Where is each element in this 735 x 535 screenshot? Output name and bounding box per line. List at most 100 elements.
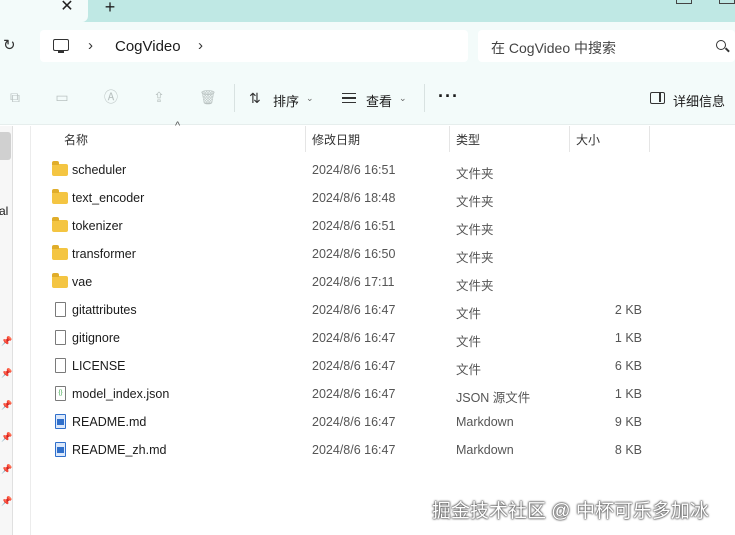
file-type: 文件 <box>456 335 482 349</box>
command-bar: ⧉ ▭ Ⓐ ⇪ 🗑 ⇅ 排序 ⌄ 查看 ⌄ ··· 详细信息 <box>0 70 735 125</box>
rename-icon[interactable]: Ⓐ <box>103 89 119 105</box>
file-row[interactable]: {} model_index.json 2024/8/6 16:47 JSON … <box>36 381 658 409</box>
file-modified: 2024/8/6 16:47 <box>312 387 396 401</box>
file-name: README.md <box>72 415 147 429</box>
file-type: Markdown <box>456 443 514 457</box>
markdown-file-icon <box>55 442 66 457</box>
sort-button[interactable]: 排序 <box>273 91 299 110</box>
chevron-right-icon[interactable]: › <box>198 37 203 54</box>
file-row[interactable]: scheduler 2024/8/6 16:51 文件夹 <box>36 157 658 185</box>
file-row[interactable]: tokenizer 2024/8/6 16:51 文件夹 <box>36 213 658 241</box>
file-row[interactable]: gitignore 2024/8/6 16:47 文件 1 KB <box>36 325 658 353</box>
pane-splitter[interactable] <box>30 126 31 535</box>
tab-cogvideo[interactable]: ✕ <box>0 0 88 22</box>
folder-icon <box>52 245 68 260</box>
file-type: 文件夹 <box>456 251 494 265</box>
file-row[interactable]: transformer 2024/8/6 16:50 文件夹 <box>36 241 658 269</box>
column-divider[interactable] <box>305 126 306 152</box>
file-name: model_index.json <box>72 387 170 401</box>
file-name: tokenizer <box>72 219 123 233</box>
file-size: 9 KB <box>614 415 642 429</box>
new-tab-icon[interactable]: + <box>101 0 119 16</box>
pin-icon: 📌 <box>1 368 13 378</box>
file-type: Markdown <box>456 415 514 429</box>
file-modified: 2024/8/6 16:47 <box>312 443 396 457</box>
view-icon[interactable] <box>342 93 356 103</box>
search-input[interactable]: 在 CogVideo 中搜索 <box>478 30 735 62</box>
column-divider[interactable] <box>569 126 570 152</box>
file-icon <box>55 330 66 345</box>
file-name: scheduler <box>72 163 127 177</box>
file-row[interactable]: README_zh.md 2024/8/6 16:47 Markdown 8 K… <box>36 437 658 465</box>
file-modified: 2024/8/6 16:51 <box>312 219 396 233</box>
file-name: LICENSE <box>72 359 126 373</box>
this-pc-icon[interactable] <box>53 39 69 53</box>
file-size: 2 KB <box>614 303 642 317</box>
pin-icon: 📌 <box>1 464 13 474</box>
navigation-pane[interactable]: al 📌 📌 📌 📌 📌 📌 <box>0 126 13 535</box>
folder-icon <box>52 189 68 204</box>
column-header-size[interactable]: 大小 <box>576 131 600 148</box>
breadcrumb-cogvideo[interactable]: CogVideo <box>115 38 181 55</box>
column-header-type[interactable]: 类型 <box>456 131 480 148</box>
address-field[interactable]: › CogVideo › <box>40 30 468 62</box>
folder-icon <box>52 217 68 232</box>
file-row[interactable]: LICENSE 2024/8/6 16:47 文件 6 KB <box>36 353 658 381</box>
file-size: 1 KB <box>614 387 642 401</box>
search-icon[interactable] <box>716 40 726 50</box>
file-name: transformer <box>72 247 136 261</box>
markdown-file-icon <box>55 414 66 429</box>
pin-icon: 📌 <box>1 336 13 346</box>
file-type: 文件夹 <box>456 167 494 181</box>
pin-icon: 📌 <box>1 432 13 442</box>
column-header-modified[interactable]: 修改日期 <box>312 131 360 148</box>
file-modified: 2024/8/6 16:47 <box>312 415 396 429</box>
more-options-button[interactable]: ··· <box>438 86 459 107</box>
file-size: 8 KB <box>614 443 642 457</box>
copy-icon[interactable]: ⧉ <box>7 89 23 105</box>
file-modified: 2024/8/6 16:47 <box>312 303 396 317</box>
file-name: README_zh.md <box>72 443 167 457</box>
watermark: 掘金技术社区 @ 中杯可乐多加冰 <box>432 501 709 522</box>
file-type: 文件夹 <box>456 279 494 293</box>
file-row[interactable]: vae 2024/8/6 17:11 文件夹 <box>36 269 658 297</box>
file-size: 1 KB <box>614 331 642 345</box>
share-icon[interactable]: ⇪ <box>151 89 167 105</box>
nav-scrollbar[interactable] <box>0 132 11 160</box>
sort-icon[interactable]: ⇅ <box>249 90 261 107</box>
delete-icon[interactable]: 🗑 <box>199 89 217 105</box>
details-pane-icon[interactable] <box>650 92 665 104</box>
close-tab-icon[interactable]: ✕ <box>58 0 76 16</box>
file-type: 文件夹 <box>456 223 494 237</box>
column-divider[interactable] <box>649 126 650 152</box>
refresh-icon[interactable]: ↻ <box>3 36 16 54</box>
chevron-down-icon[interactable]: ⌄ <box>306 93 314 104</box>
file-modified: 2024/8/6 16:50 <box>312 247 396 261</box>
paste-icon[interactable]: ▭ <box>54 89 70 105</box>
column-divider[interactable] <box>449 126 450 152</box>
file-type: 文件夹 <box>456 195 494 209</box>
column-header-name[interactable]: 名称 <box>64 131 88 148</box>
file-type: JSON 源文件 <box>456 391 531 405</box>
tab-strip: ✕ + <box>0 0 735 22</box>
view-button[interactable]: 查看 <box>366 91 392 110</box>
sort-ascending-icon: ^ <box>175 120 181 132</box>
file-row[interactable]: text_encoder 2024/8/6 18:48 文件夹 <box>36 185 658 213</box>
maximize-icon[interactable] <box>676 0 692 4</box>
file-row[interactable]: gitattributes 2024/8/6 16:47 文件 2 KB <box>36 297 658 325</box>
file-type: 文件 <box>456 363 482 377</box>
file-icon <box>55 358 66 373</box>
chevron-right-icon[interactable]: › <box>88 37 93 54</box>
folder-icon <box>52 273 68 288</box>
pin-icon: 📌 <box>1 400 13 410</box>
file-size: 6 KB <box>614 359 642 373</box>
file-row[interactable]: README.md 2024/8/6 16:47 Markdown 9 KB <box>36 409 658 437</box>
json-file-icon: {} <box>55 386 66 401</box>
file-name: text_encoder <box>72 191 145 205</box>
close-window-icon[interactable] <box>719 0 735 4</box>
chevron-down-icon[interactable]: ⌄ <box>399 93 407 104</box>
nav-item-partial[interactable]: al <box>0 204 8 218</box>
details-button[interactable]: 详细信息 <box>673 91 725 110</box>
pin-icon: 📌 <box>1 496 13 506</box>
file-modified: 2024/8/6 16:51 <box>312 163 396 177</box>
